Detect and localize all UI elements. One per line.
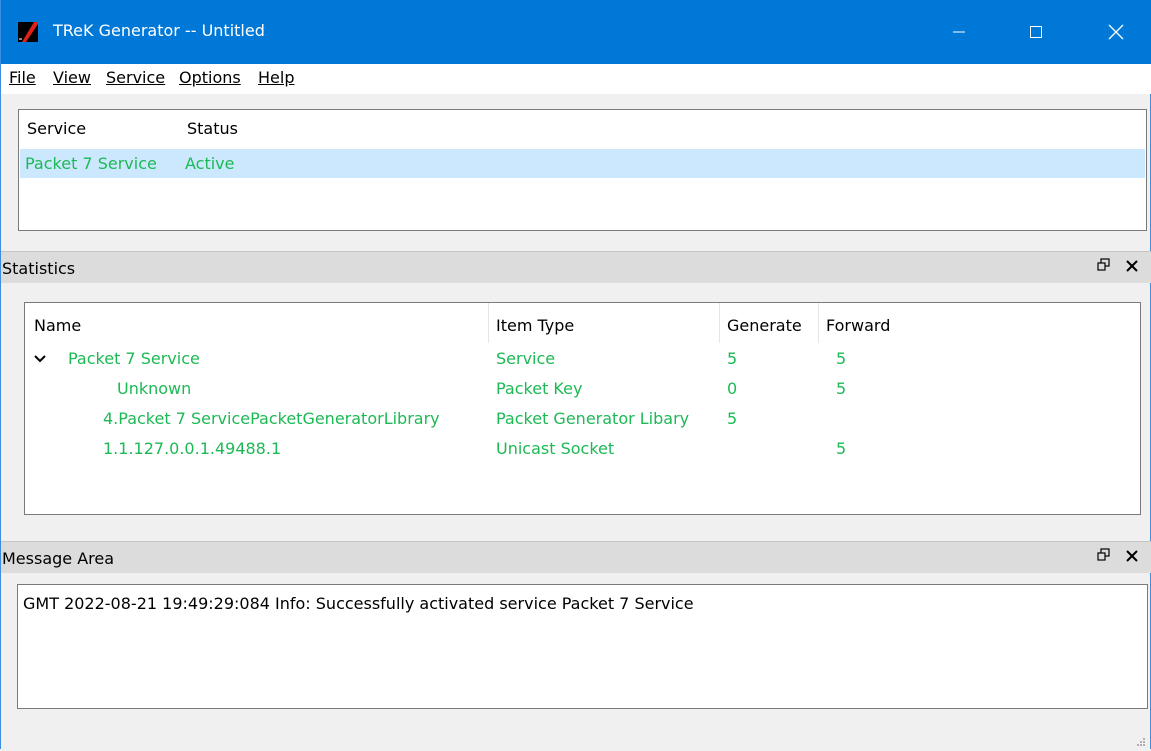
tree-generate: 0 (727, 379, 738, 398)
menu-service-label: Service (106, 68, 166, 87)
tree-item-type: Packet Key (496, 379, 583, 398)
service-name: Packet 7 Service (25, 154, 157, 173)
column-header-item-type[interactable]: Item Type (496, 316, 574, 335)
tree-item-type: Service (496, 349, 556, 368)
column-header-status[interactable]: Status (187, 119, 238, 138)
main-window: TReK Generator -- Untitled File View Ser… (0, 0, 1151, 749)
service-row[interactable]: Packet 7 Service Active (20, 149, 1145, 178)
tree-name: 1.1.127.0.0.1.49488.1 (103, 439, 282, 458)
tree-name: 4.Packet 7 ServicePacketGeneratorLibrary (103, 409, 440, 428)
menu-options[interactable]: Options (179, 68, 241, 87)
tree-generate: 5 (727, 349, 738, 368)
maximize-icon[interactable] (1009, 0, 1063, 64)
menu-help[interactable]: Help (258, 68, 294, 87)
menu-bar: File View Service Options Help (1, 64, 1151, 94)
menu-view-label: View (53, 68, 91, 87)
tree-item-type: Unicast Socket (496, 439, 615, 458)
title-bar[interactable]: TReK Generator -- Untitled (1, 0, 1151, 64)
message-area-title: Message Area (2, 549, 115, 568)
dock-close-icon[interactable] (1126, 256, 1138, 277)
close-icon[interactable] (1089, 0, 1143, 64)
app-icon (18, 22, 38, 42)
column-header-forward[interactable]: Forward (826, 316, 890, 335)
column-header-service[interactable]: Service (27, 119, 86, 138)
tree-item-type: Packet Generator Libary (496, 409, 690, 428)
column-header-name[interactable]: Name (34, 316, 81, 335)
float-icon[interactable] (1097, 258, 1110, 275)
menu-service[interactable]: Service (106, 68, 165, 87)
tree-forward: 5 (836, 349, 847, 368)
message-area[interactable]: GMT 2022-08-21 19:49:29:084 Info: Succes… (17, 584, 1148, 709)
tree-name: Unknown (117, 379, 192, 398)
menu-file[interactable]: File (9, 68, 36, 87)
service-list[interactable]: Service Status Packet 7 Service Active (18, 109, 1147, 231)
size-grip-icon[interactable] (1134, 733, 1146, 746)
message-dock-title[interactable]: Message Area (1, 541, 1151, 573)
menu-help-label: Help (258, 68, 295, 87)
tree-generate: 5 (727, 409, 738, 428)
float-icon[interactable] (1097, 548, 1110, 565)
menu-options-label: Options (179, 68, 241, 87)
column-divider (818, 303, 819, 343)
minimize-icon[interactable] (932, 0, 986, 64)
menu-file-label: File (9, 68, 36, 87)
menu-view[interactable]: View (53, 68, 91, 87)
statistics-dock-title[interactable]: Statistics (1, 251, 1151, 283)
column-header-generate[interactable]: Generate (727, 316, 802, 335)
tree-name: Packet 7 Service (68, 349, 200, 368)
message-line: GMT 2022-08-21 19:49:29:084 Info: Succes… (23, 594, 694, 613)
column-divider (719, 303, 720, 343)
service-status: Active (185, 154, 235, 173)
statistics-tree[interactable]: Name Item Type Generate Forward Packet 7… (24, 302, 1141, 515)
column-divider (488, 303, 489, 343)
tree-forward: 5 (836, 379, 847, 398)
window-title: TReK Generator -- Untitled (53, 21, 265, 40)
tree-forward: 5 (836, 439, 847, 458)
statistics-title: Statistics (2, 259, 76, 278)
dock-close-icon[interactable] (1126, 546, 1138, 567)
chevron-down-icon[interactable] (34, 351, 46, 369)
